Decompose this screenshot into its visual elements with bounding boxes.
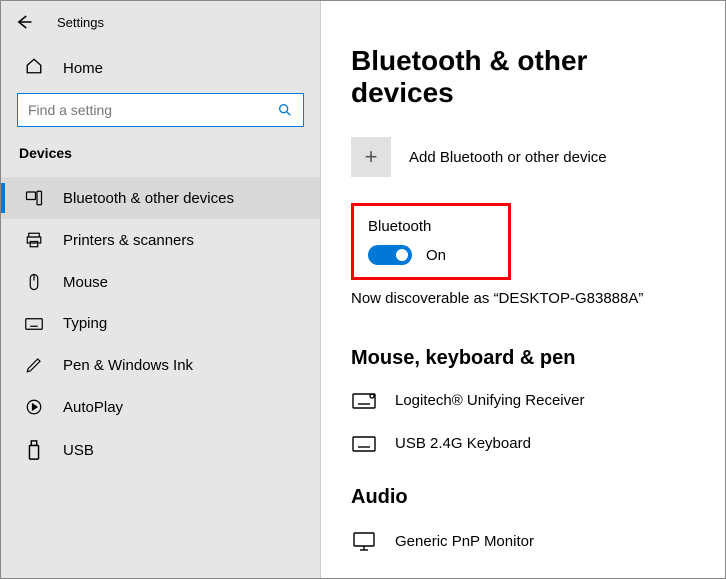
toggle-knob [396, 249, 408, 261]
device-label: Generic PnP Monitor [395, 533, 534, 550]
search-wrap [1, 93, 320, 145]
sidebar-item-mouse[interactable]: Mouse [1, 261, 320, 303]
device-logitech[interactable]: Logitech® Unifying Receiver [351, 386, 695, 415]
bluetooth-label: Bluetooth [368, 218, 452, 235]
sidebar-item-autoplay[interactable]: AutoPlay [1, 386, 320, 428]
nav-home-label: Home [63, 60, 103, 77]
monitor-icon [351, 531, 377, 551]
search-input[interactable] [17, 93, 304, 127]
page-title: Bluetooth & other devices [351, 45, 695, 109]
bluetooth-toggle-state: On [426, 247, 446, 264]
window-title: Settings [57, 15, 104, 30]
sidebar-item-label: AutoPlay [63, 399, 123, 416]
search-icon [277, 102, 293, 118]
add-device-label: Add Bluetooth or other device [409, 149, 607, 166]
sidebar-item-pen[interactable]: Pen & Windows Ink [1, 344, 320, 386]
back-icon[interactable] [15, 13, 33, 31]
sidebar-item-typing[interactable]: Typing [1, 303, 320, 344]
bluetooth-toggle[interactable] [368, 245, 412, 265]
pen-icon [25, 356, 43, 374]
keyboard-icon [351, 393, 377, 409]
sidebar-item-label: Bluetooth & other devices [63, 190, 234, 207]
sidebar-item-usb[interactable]: USB [1, 428, 320, 472]
usb-icon [25, 440, 43, 460]
sidebar-item-label: Printers & scanners [63, 232, 194, 249]
search-field[interactable] [28, 102, 277, 118]
home-icon [25, 57, 43, 79]
device-usb-keyboard[interactable]: USB 2.4G Keyboard [351, 429, 695, 458]
sidebar-item-label: Pen & Windows Ink [63, 357, 193, 374]
keyboard-icon [25, 317, 43, 331]
section-title-mkp: Mouse, keyboard & pen [351, 347, 695, 370]
title-bar: Settings [1, 13, 320, 49]
section-title-audio: Audio [351, 486, 695, 509]
discoverable-status: Now discoverable as “DESKTOP-G83888A” [351, 290, 695, 307]
keyboard-icon [351, 436, 377, 452]
autoplay-icon [25, 398, 43, 416]
sidebar-item-label: Mouse [63, 274, 108, 291]
device-label: Logitech® Unifying Receiver [395, 392, 584, 409]
sidebar-item-label: USB [63, 442, 94, 459]
printer-icon [25, 231, 43, 249]
nav-home[interactable]: Home [1, 49, 320, 93]
sidebar-item-bluetooth[interactable]: Bluetooth & other devices [1, 177, 320, 219]
device-monitor[interactable]: Generic PnP Monitor [351, 525, 695, 557]
sidebar-item-label: Typing [63, 315, 107, 332]
plus-icon: + [351, 137, 391, 177]
mouse-icon [25, 273, 43, 291]
sidebar-section-title: Devices [1, 145, 320, 177]
sidebar: Settings Home Devices [1, 1, 321, 578]
bluetooth-toggle-row: On [368, 245, 452, 265]
sidebar-nav: Bluetooth & other devices Printers & sca… [1, 177, 320, 472]
main-content: Bluetooth & other devices + Add Bluetoot… [321, 1, 725, 578]
add-device-button[interactable]: + Add Bluetooth or other device [351, 137, 695, 177]
device-label: USB 2.4G Keyboard [395, 435, 531, 452]
sidebar-item-printers[interactable]: Printers & scanners [1, 219, 320, 261]
bluetooth-highlight: Bluetooth On [351, 203, 511, 280]
settings-app: Settings Home Devices [0, 0, 726, 579]
devices-icon [25, 189, 43, 207]
